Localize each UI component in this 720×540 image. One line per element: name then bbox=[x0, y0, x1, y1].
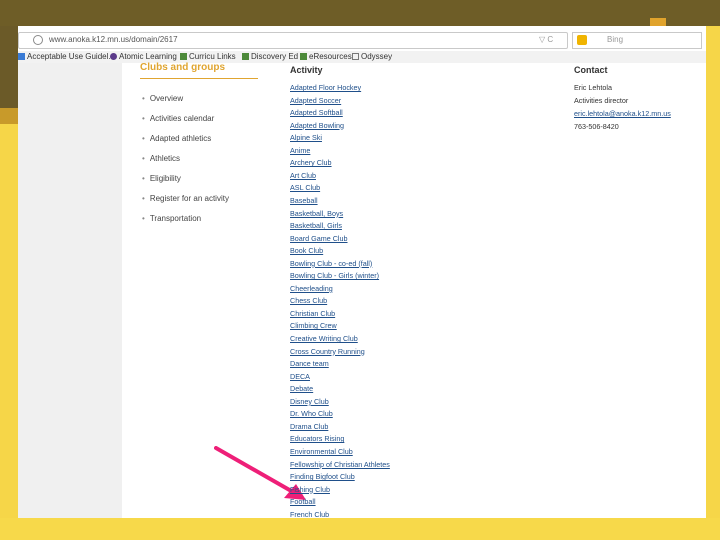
sidebar-item-label: Athletics bbox=[149, 154, 181, 163]
activity-link[interactable]: Adapted Floor Hockey bbox=[290, 83, 361, 92]
bars-icon bbox=[242, 53, 249, 60]
sidebar-item-label: Transportation bbox=[149, 214, 202, 223]
bullet-icon: • bbox=[142, 134, 145, 143]
activity-link[interactable]: Disney Club bbox=[290, 397, 329, 406]
activity-link[interactable]: Educators Rising bbox=[290, 434, 344, 443]
contact-heading: Contact bbox=[574, 65, 608, 75]
sidebar-item[interactable]: • Overview bbox=[142, 94, 183, 103]
url-field[interactable]: www.anoka.k12.mn.us/domain/2617 ▽ C bbox=[18, 32, 568, 49]
bookmark-odyssey[interactable]: Odyssey bbox=[352, 52, 392, 61]
bullet-icon: • bbox=[142, 114, 145, 123]
activity-link[interactable]: DECA bbox=[290, 372, 310, 381]
sidebar-title: Clubs and groups bbox=[140, 62, 225, 73]
activity-link[interactable]: Football bbox=[290, 497, 316, 506]
slide-left-band bbox=[0, 124, 18, 540]
bullet-icon: • bbox=[142, 194, 145, 203]
page-left-margin bbox=[18, 63, 122, 518]
blank-page-icon bbox=[352, 53, 359, 60]
bullet-icon: • bbox=[142, 154, 145, 163]
slide-left-dark-band bbox=[0, 26, 18, 108]
activity-link[interactable]: Drama Club bbox=[290, 422, 328, 431]
activity-link[interactable]: Fishing Club bbox=[290, 485, 330, 494]
slide-bottom-band bbox=[0, 518, 720, 540]
activity-link[interactable]: Debate bbox=[290, 384, 313, 393]
sidebar-item-label: Overview bbox=[149, 94, 184, 103]
activity-link[interactable]: Creative Writing Club bbox=[290, 334, 358, 343]
activity-link[interactable]: Basketball, Boys bbox=[290, 209, 343, 218]
activity-link[interactable]: Adapted Bowling bbox=[290, 121, 344, 130]
activity-link[interactable]: Climbing Crew bbox=[290, 321, 337, 330]
page-icon bbox=[18, 53, 25, 60]
activity-link[interactable]: Environmental Club bbox=[290, 447, 353, 456]
activity-heading: Activity bbox=[290, 65, 323, 75]
sidebar-item[interactable]: • Adapted athletics bbox=[142, 134, 211, 143]
bing-icon bbox=[577, 35, 587, 45]
slide-left-accent bbox=[0, 108, 18, 124]
address-bar: www.anoka.k12.mn.us/domain/2617 ▽ C Bing bbox=[18, 30, 706, 50]
bars-icon bbox=[300, 53, 307, 60]
activity-link[interactable]: Cross Country Running bbox=[290, 347, 365, 356]
activity-link[interactable]: Art Club bbox=[290, 171, 316, 180]
activity-link[interactable]: Bowling Club - co-ed (fall) bbox=[290, 259, 372, 268]
url-text: www.anoka.k12.mn.us/domain/2617 bbox=[49, 35, 178, 44]
bookmarks-bar: Acceptable Use Guidel... Atomic Learning… bbox=[18, 51, 706, 63]
activity-link[interactable]: Cheerleading bbox=[290, 284, 333, 293]
dropdown-reload-icon[interactable]: ▽ C bbox=[539, 35, 553, 44]
bullet-icon: • bbox=[142, 214, 145, 223]
activity-link[interactable]: ASL Club bbox=[290, 183, 320, 192]
slide-top-band bbox=[0, 0, 720, 26]
activity-link[interactable]: Board Game Club bbox=[290, 234, 348, 243]
contact-email-link[interactable]: eric.lehtola@anoka.k12.mn.us bbox=[574, 109, 671, 118]
contact-phone: 763-506-8420 bbox=[574, 122, 619, 131]
sidebar-item[interactable]: • Register for an activity bbox=[142, 194, 229, 203]
sidebar-divider bbox=[140, 78, 258, 79]
sidebar-item-label: Register for an activity bbox=[149, 194, 229, 203]
sidebar-item[interactable]: • Transportation bbox=[142, 214, 201, 223]
activity-link[interactable]: Chess Club bbox=[290, 296, 327, 305]
bars-icon bbox=[180, 53, 187, 60]
bookmark-eresources[interactable]: eResources bbox=[300, 52, 352, 61]
bookmark-discovery-ed[interactable]: Discovery Ed bbox=[242, 52, 298, 61]
globe-icon bbox=[33, 35, 43, 45]
search-field[interactable]: Bing bbox=[572, 32, 702, 49]
activity-link[interactable]: Archery Club bbox=[290, 158, 332, 167]
activity-link[interactable]: Anime bbox=[290, 146, 310, 155]
activity-link[interactable]: Baseball bbox=[290, 196, 318, 205]
contact-name: Eric Lehtola bbox=[574, 83, 612, 92]
sidebar-item[interactable]: • Activities calendar bbox=[142, 114, 214, 123]
activity-link[interactable]: Book Club bbox=[290, 246, 323, 255]
activity-link[interactable]: Fellowship of Christian Athletes bbox=[290, 460, 390, 469]
activity-link[interactable]: Christian Club bbox=[290, 309, 335, 318]
contact-title: Activities director bbox=[574, 96, 629, 105]
bookmark-atomic-learning[interactable]: Atomic Learning bbox=[110, 52, 177, 61]
activity-link[interactable]: Adapted Softball bbox=[290, 108, 343, 117]
sidebar-item[interactable]: • Eligibility bbox=[142, 174, 181, 183]
browser-screenshot: www.anoka.k12.mn.us/domain/2617 ▽ C Bing… bbox=[18, 26, 706, 518]
bullet-icon: • bbox=[142, 174, 145, 183]
bullet-icon: • bbox=[142, 94, 145, 103]
bookmark-acceptable-use[interactable]: Acceptable Use Guidel... bbox=[18, 52, 115, 61]
sidebar-item-label: Activities calendar bbox=[149, 114, 215, 123]
activity-link[interactable]: Basketball, Girls bbox=[290, 221, 342, 230]
slide-accent-block bbox=[650, 18, 666, 26]
atom-icon bbox=[110, 53, 117, 60]
slide-right-band bbox=[706, 26, 720, 540]
activity-link[interactable]: Alpine Ski bbox=[290, 133, 322, 142]
activity-link[interactable]: Adapted Soccer bbox=[290, 96, 341, 105]
search-placeholder: Bing bbox=[607, 35, 624, 44]
activity-link[interactable]: Bowling Club - Girls (winter) bbox=[290, 271, 379, 280]
sidebar-item-label: Adapted athletics bbox=[149, 134, 212, 143]
activity-link[interactable]: French Club bbox=[290, 510, 329, 518]
activity-link[interactable]: Dr. Who Club bbox=[290, 409, 333, 418]
bookmark-curricu-links[interactable]: Curricu Links bbox=[180, 52, 236, 61]
sidebar-item-label: Eligibility bbox=[149, 174, 181, 183]
sidebar-item[interactable]: • Athletics bbox=[142, 154, 180, 163]
activity-link[interactable]: Dance team bbox=[290, 359, 329, 368]
activity-link[interactable]: Finding Bigfoot Club bbox=[290, 472, 355, 481]
